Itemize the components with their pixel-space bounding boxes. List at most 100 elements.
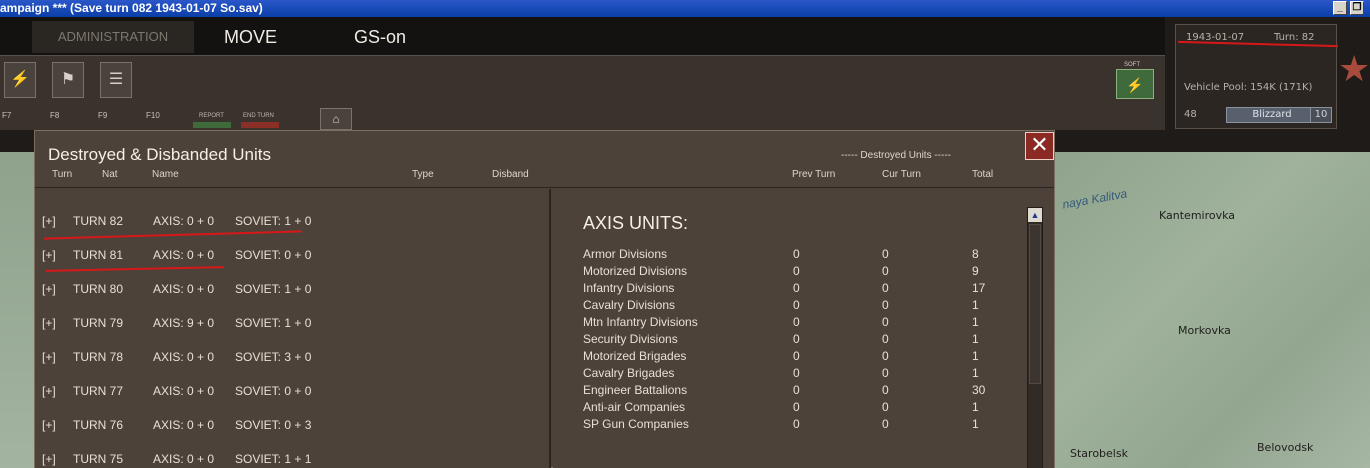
toolbar: ⚡ ⚑ ☰ F7 F8 F9 F10 REPORT END TURN ⌂ SOF…	[0, 55, 1165, 130]
unit-cur: 0	[882, 349, 889, 363]
axis-count: AXIS: 0 + 0	[153, 282, 215, 296]
unit-prev: 0	[793, 417, 800, 431]
col-total[interactable]: Total	[972, 169, 993, 180]
river-label: naya Kalitva	[1061, 186, 1129, 212]
minimize-button[interactable]: _	[1333, 1, 1347, 15]
scroll-thumb[interactable]	[1029, 224, 1041, 384]
unit-type: Cavalry Divisions	[583, 298, 676, 312]
turn-label: TURN 79	[73, 316, 124, 330]
close-icon: ✕	[1030, 132, 1049, 157]
tool-orders-button[interactable]: ⚑	[52, 62, 84, 98]
tool-attack-button[interactable]: ⚡	[4, 62, 36, 98]
tab-administration[interactable]: ADMINISTRATION	[32, 21, 194, 53]
scroll-up-button[interactable]: ▲	[1028, 208, 1042, 222]
destroyed-units-dialog: Destroyed & Disbanded Units ----- Destro…	[34, 130, 1055, 468]
soft-label: SOFT	[1124, 62, 1140, 68]
unit-type: Engineer Battalions	[583, 383, 688, 397]
col-prev-turn[interactable]: Prev Turn	[792, 169, 835, 180]
unit-total: 1	[972, 400, 979, 414]
window-title-bar: ampaign *** (Save turn 082 1943-01-07 So…	[0, 0, 1370, 17]
unit-total: 1	[972, 298, 979, 312]
soviet-count: SOVIET: 3 + 0	[235, 350, 312, 364]
col-type[interactable]: Type	[412, 169, 434, 180]
dialog-title: Destroyed & Disbanded Units	[48, 145, 272, 164]
unit-cur: 0	[882, 298, 889, 312]
soviet-count: SOVIET: 1 + 0	[235, 316, 312, 330]
axis-count: AXIS: 0 + 0	[153, 350, 215, 364]
expand-toggle[interactable]: [+]	[42, 384, 56, 398]
tool-clipboard-button[interactable]: ☰	[100, 62, 132, 98]
town-morkovka: Morkovka	[1178, 324, 1231, 337]
vehicle-pool: Vehicle Pool: 154K (171K)	[1184, 82, 1313, 93]
expand-toggle[interactable]: [+]	[42, 316, 56, 330]
unit-total: 8	[972, 247, 979, 261]
unit-prev: 0	[793, 366, 800, 380]
unit-prev: 0	[793, 332, 800, 346]
unit-type: Cavalry Brigades	[583, 366, 675, 380]
expand-toggle[interactable]: [+]	[42, 418, 56, 432]
axis-count: AXIS: 0 + 0	[153, 214, 215, 228]
restore-button[interactable]: ❐	[1350, 1, 1364, 15]
expand-toggle[interactable]: [+]	[42, 350, 56, 364]
unit-prev: 0	[793, 281, 800, 295]
expand-toggle[interactable]: [+]	[42, 282, 56, 296]
lightning-icon: ⚡	[1126, 77, 1144, 93]
unit-cur: 0	[882, 332, 889, 346]
close-button[interactable]: ✕	[1025, 132, 1054, 160]
end-turn-button[interactable]	[241, 122, 279, 128]
unit-prev: 0	[793, 247, 800, 261]
soviet-count: SOVIET: 0 + 0	[235, 248, 312, 262]
unit-total: 1	[972, 366, 979, 380]
soviet-count: SOVIET: 0 + 3	[235, 418, 312, 432]
destroyed-units-header: ----- Destroyed Units -----	[841, 150, 951, 161]
map-area-left[interactable]	[0, 152, 34, 468]
unit-total: 1	[972, 315, 979, 329]
expand-toggle[interactable]: [+]	[42, 452, 56, 466]
unit-prev: 0	[793, 383, 800, 397]
report-button[interactable]	[193, 122, 231, 128]
turn-label: TURN 82	[73, 214, 124, 228]
expand-toggle[interactable]: [+]	[42, 214, 56, 228]
home-icon: ⌂	[332, 112, 340, 126]
col-nat[interactable]: Nat	[102, 169, 118, 180]
unit-prev: 0	[793, 400, 800, 414]
tab-gs-on[interactable]: GS-on	[354, 21, 406, 53]
tab-move[interactable]: MOVE	[224, 21, 277, 53]
unit-total: 17	[972, 281, 986, 295]
col-name[interactable]: Name	[152, 169, 179, 180]
clipboard-icon: ☰	[108, 71, 124, 88]
unit-total: 30	[972, 383, 986, 397]
unit-prev: 0	[793, 264, 800, 278]
unit-prev: 0	[793, 298, 800, 312]
fkey-f10: F10	[146, 111, 160, 120]
fkey-f8: F8	[50, 111, 60, 120]
soft-factor-button[interactable]: ⚡	[1116, 69, 1154, 99]
unit-total: 1	[972, 417, 979, 431]
unit-cur: 0	[882, 383, 889, 397]
town-starobelsk: Starobelsk	[1070, 447, 1128, 460]
home-button[interactable]: ⌂	[320, 108, 352, 130]
expand-toggle[interactable]: [+]	[42, 248, 56, 262]
col-disband[interactable]: Disband	[492, 169, 529, 180]
lightning-icon: ⚡	[10, 71, 30, 88]
weather-badge[interactable]: Blizzard	[1226, 107, 1318, 123]
col-cur-turn[interactable]: Cur Turn	[882, 169, 921, 180]
unit-prev: 0	[793, 315, 800, 329]
fkey-f7: F7	[2, 111, 12, 120]
soviet-count: SOVIET: 1 + 1	[235, 452, 312, 466]
unit-type: Mtn Infantry Divisions	[583, 315, 698, 329]
report-label: REPORT	[199, 113, 224, 119]
soviet-count: SOVIET: 0 + 0	[235, 384, 312, 398]
vertical-scrollbar[interactable]: ▲	[1027, 207, 1043, 468]
soviet-star-icon: ★	[1338, 48, 1370, 89]
col-turn[interactable]: Turn	[52, 169, 72, 180]
turn-info-box: 1943-01-07 Turn: 82 Vehicle Pool: 154K (…	[1175, 24, 1337, 129]
end-turn-label: END TURN	[243, 113, 274, 119]
unit-total: 9	[972, 264, 979, 278]
unit-type: Armor Divisions	[583, 247, 668, 261]
unit-cur: 0	[882, 247, 889, 261]
unit-cur: 0	[882, 281, 889, 295]
town-belovodsk: Belovodsk	[1257, 441, 1314, 454]
map-area[interactable]: naya Kalitva Kantemirovka Morkovka Belov…	[1054, 152, 1370, 468]
unit-type: Infantry Divisions	[583, 281, 675, 295]
